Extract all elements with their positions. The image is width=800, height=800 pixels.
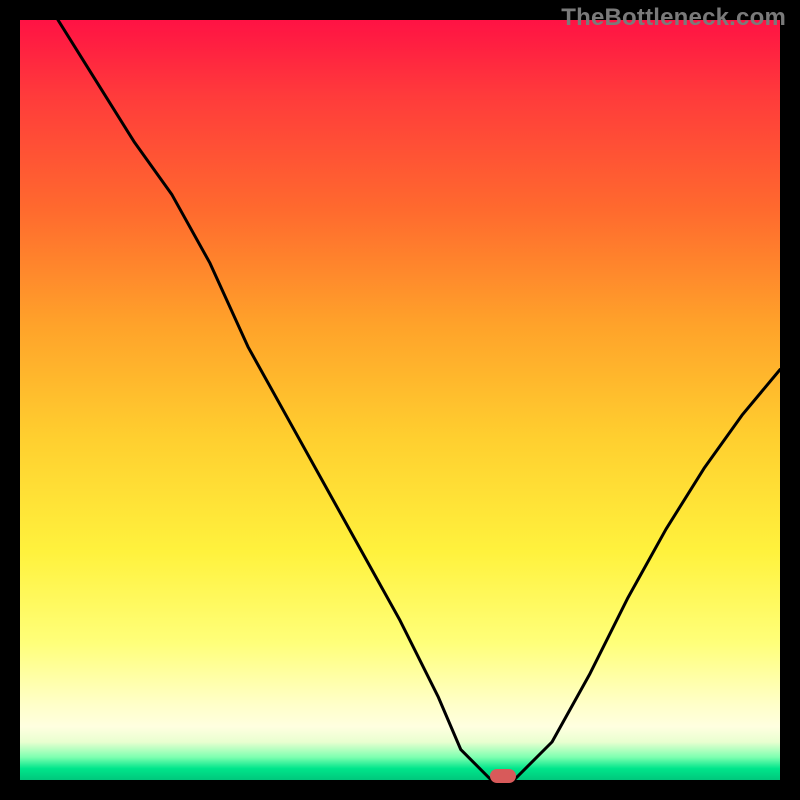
curve-layer bbox=[20, 20, 780, 780]
watermark-text: TheBottleneck.com bbox=[561, 4, 786, 32]
bottleneck-curve bbox=[58, 20, 780, 780]
plot-area bbox=[20, 20, 780, 780]
chart-frame: TheBottleneck.com bbox=[0, 0, 800, 800]
minimum-marker bbox=[490, 769, 516, 783]
